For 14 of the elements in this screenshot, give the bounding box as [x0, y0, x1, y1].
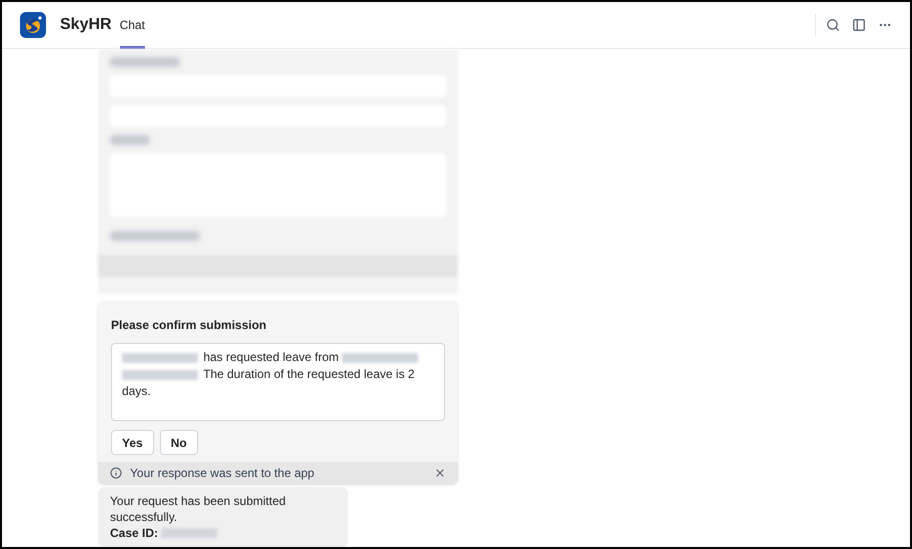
notice-text: Your response was sent to the app — [130, 465, 316, 482]
answer-button[interactable]: No — [160, 430, 198, 455]
case-label: Case ID: — [110, 525, 158, 541]
redacted-case-id — [161, 528, 218, 538]
info-icon — [110, 467, 122, 479]
answer-button[interactable]: Yes — [111, 430, 154, 455]
reply-text: Your request has been submitted successfully. — [110, 493, 287, 525]
search-icon[interactable] — [826, 18, 840, 32]
card-title: Please confirm submission — [110, 317, 268, 334]
close-icon[interactable] — [434, 467, 446, 479]
app-logo-icon — [20, 12, 46, 38]
confirmation-message: has requested leave from The duration of the requested leave is 2 days. — [111, 343, 445, 421]
app-name: SkyHR — [60, 15, 112, 35]
panel-icon[interactable] — [852, 18, 866, 32]
